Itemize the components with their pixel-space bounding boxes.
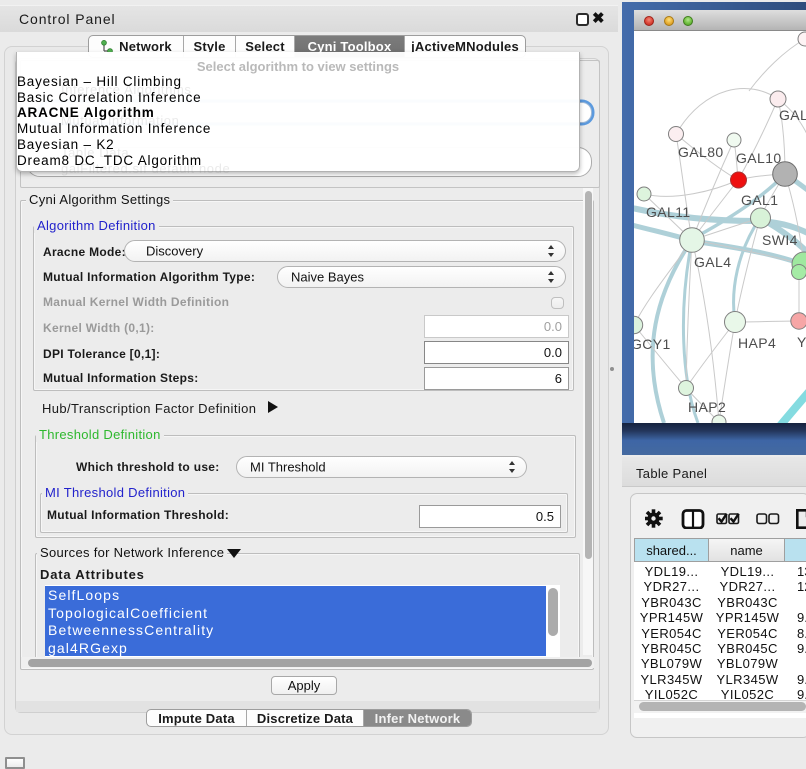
svg-text:GAL11: GAL11 [646, 204, 691, 220]
svg-text:GAL80: GAL80 [678, 144, 724, 160]
svg-text:HAP2: HAP2 [688, 399, 726, 415]
svg-text:SWI4: SWI4 [762, 232, 798, 248]
svg-text:GAL10: GAL10 [736, 150, 782, 166]
svg-text:GCY1: GCY1 [634, 336, 671, 352]
svg-text:HAP4: HAP4 [738, 335, 776, 351]
svg-text:Y: Y [797, 334, 806, 350]
svg-text:GAL7: GAL7 [779, 107, 806, 123]
svg-text:GAL4: GAL4 [694, 254, 731, 270]
svg-text:GAL1: GAL1 [741, 192, 778, 208]
